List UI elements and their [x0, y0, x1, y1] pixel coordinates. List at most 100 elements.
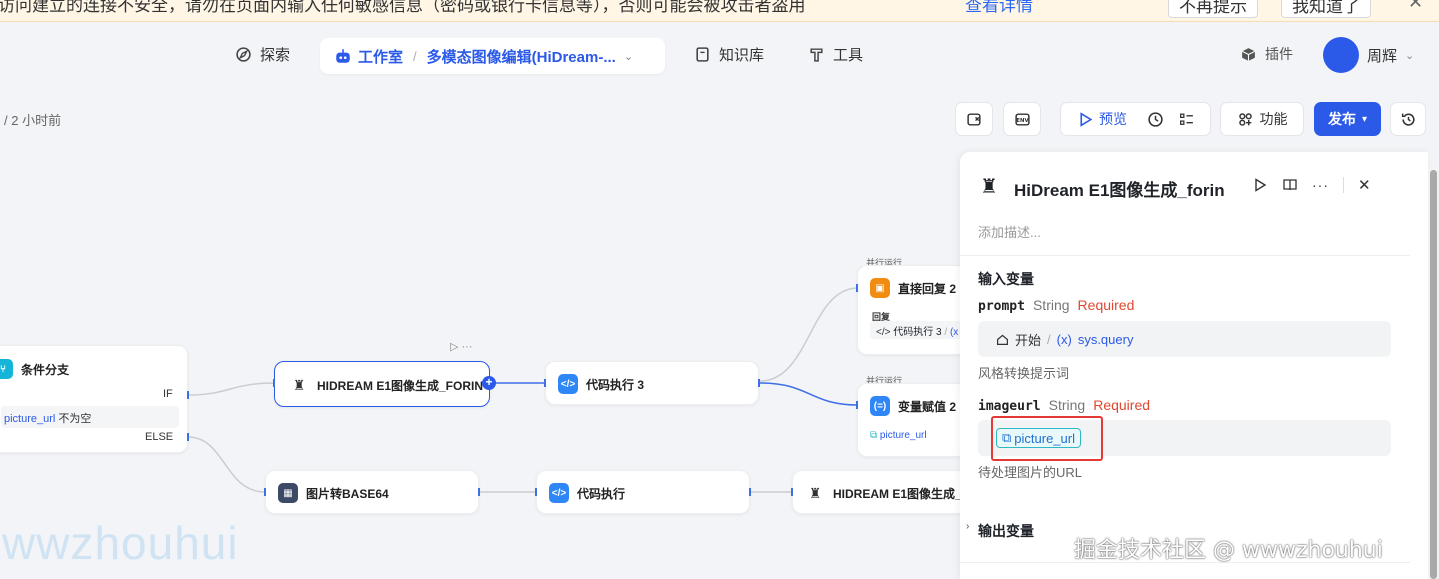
output-port[interactable] [758, 379, 760, 387]
no-remind-button[interactable]: 不再提示 [1168, 0, 1258, 18]
reply-ref-var: (x [949, 327, 959, 338]
description-input[interactable]: 添加描述... [978, 222, 1041, 241]
if-label: IF [163, 388, 173, 400]
hidream-node-2[interactable]: ♜ HIDREAM E1图像生成_F [792, 470, 967, 514]
home-icon [997, 334, 1008, 345]
var-imageurl-header: imageurl String Required [978, 397, 1150, 414]
warning-text: 访问建立的连接不安全，请勿在页面内输入任何敏感信息（密码或银行卡信息等），否则可… [0, 0, 806, 15]
assign-ref: ⧉ picture_url [870, 430, 927, 441]
input-port[interactable] [791, 488, 793, 496]
nav-knowledge[interactable]: 知识库 [694, 44, 764, 65]
nav-studio-label: 工作室 [358, 48, 404, 66]
compass-icon [236, 47, 251, 62]
publish-label: 发布 [1327, 111, 1356, 127]
input-port[interactable] [273, 379, 275, 387]
nav-studio[interactable]: 工作室 [334, 46, 403, 67]
var-imageurl-hint: 待处理图片的URL [978, 465, 1083, 480]
else-label: ELSE [145, 431, 174, 443]
output-port[interactable] [187, 391, 189, 399]
checklist-icon[interactable] [1178, 111, 1195, 128]
nav-tools-label: 工具 [833, 47, 864, 64]
condition-branch-node[interactable]: ⑂ 条件分支 IF picture_url 不为空 ELSE [0, 345, 188, 453]
node-title: 代码执行 [577, 486, 626, 501]
security-warning-bar: 访问建立的连接不安全，请勿在页面内输入任何敏感信息（密码或银行卡信息等），否则可… [0, 0, 1439, 22]
node-title: 条件分支 [21, 362, 70, 377]
divider [960, 255, 1410, 256]
got-it-button[interactable]: 我知道了 [1281, 0, 1371, 18]
variable-assign-node[interactable]: (=) 变量赋值 2 ⧉ picture_url [857, 383, 967, 457]
code-icon: </> [549, 483, 569, 503]
output-variables-heading[interactable]: 输出变量 [978, 521, 1034, 541]
user-menu[interactable]: 周辉 ⌄ [1323, 37, 1414, 73]
history-run-icon[interactable] [1147, 111, 1164, 128]
output-port[interactable] [187, 433, 189, 441]
close-icon[interactable]: ✕ [1358, 176, 1371, 194]
output-port[interactable] [749, 488, 751, 496]
code-exec-3-node[interactable]: </> 代码执行 3 [545, 361, 759, 405]
play-icon[interactable] [1252, 177, 1268, 193]
nav-plugins-label: 插件 [1265, 46, 1293, 62]
book-open-icon[interactable] [1282, 177, 1298, 193]
condition-expression: picture_url 不为空 [1, 406, 179, 428]
input-port[interactable] [856, 401, 858, 409]
hidream-node[interactable]: ♜ HIDREAM E1图像生成_FORIN [274, 361, 490, 407]
var-prompt-hint: 风格转换提示词 [978, 366, 1070, 381]
nav-plugins[interactable]: 插件 [1240, 44, 1293, 64]
panel-title[interactable]: HiDream E1图像生成_forin [1014, 176, 1231, 201]
chevron-down-icon: ⌄ [1405, 49, 1415, 62]
var-ref: sys.query [1077, 331, 1134, 347]
more-icon[interactable]: ··· [1312, 177, 1329, 193]
nav-explore-label: 探索 [260, 47, 291, 64]
direct-reply-node[interactable]: ▣ 直接回复 2 回复 </> 代码执行 3 / (x [857, 265, 967, 355]
scrollbar-thumb[interactable] [1430, 170, 1437, 579]
var-required: Required [1077, 297, 1135, 313]
input-port[interactable] [856, 284, 858, 292]
input-port[interactable] [544, 379, 546, 387]
project-title[interactable]: 多模态图像编辑(HiDream-... [427, 46, 616, 67]
grid-icon [1238, 112, 1252, 126]
reply-ref: </> 代码执行 3 / (x [870, 321, 966, 339]
history-icon [1401, 112, 1415, 126]
preview-button[interactable]: 预览 [1077, 109, 1127, 129]
input-port[interactable] [535, 488, 537, 496]
code-exec-node[interactable]: </> 代码执行 [536, 470, 750, 514]
features-button[interactable]: 功能 [1220, 102, 1304, 136]
input-port[interactable] [264, 488, 266, 496]
breadcrumb-separator: / [413, 48, 417, 64]
close-icon[interactable]: ✕ [1408, 0, 1423, 13]
version-history-button[interactable] [1390, 102, 1426, 136]
add-node-button[interactable]: + [482, 376, 496, 390]
features-label: 功能 [1259, 111, 1288, 127]
avatar[interactable] [1323, 37, 1359, 73]
var-source-node: 开始 [1015, 332, 1042, 348]
highlight-box [991, 416, 1103, 461]
nav-tools[interactable]: 工具 [808, 44, 863, 65]
watermark-left: wwzhouhui [2, 517, 239, 569]
var-icon: (x) [1056, 331, 1072, 347]
studio-breadcrumb[interactable]: 工作室 / 多模态图像编辑(HiDream-... ⌄ [320, 38, 665, 74]
publish-button[interactable]: 发布 ▾ [1314, 102, 1381, 136]
image-icon: ▦ [278, 483, 298, 503]
output-port[interactable] [478, 488, 480, 496]
var-prompt-value[interactable]: 开始 / (x) sys.query [978, 321, 1391, 357]
chevron-down-icon[interactable]: ⌄ [624, 50, 633, 63]
separator: / [1047, 331, 1051, 347]
var-name: prompt [978, 299, 1025, 314]
chevron-right-icon[interactable]: › [966, 521, 969, 532]
tool-icon [810, 48, 823, 62]
preview-label: 预览 [1099, 111, 1127, 127]
var-required: Required [1093, 397, 1151, 413]
image-to-base64-node[interactable]: ▦ 图片转BASE64 [265, 470, 479, 514]
hidream-icon: ♜ [805, 483, 825, 503]
var-type: String [1048, 397, 1086, 413]
condition-op: 不为空 [58, 413, 92, 425]
warning-details-link[interactable]: 查看详情 [965, 0, 1033, 16]
node-mini-toolbar[interactable]: ▷ ··· [450, 340, 473, 353]
input-variables-heading: 输入变量 [978, 271, 1034, 287]
variable-button[interactable] [955, 102, 993, 136]
node-title: 直接回复 2 [898, 281, 957, 296]
nav-explore[interactable]: 探索 [235, 44, 290, 65]
env-button[interactable]: ENV [1003, 102, 1041, 136]
reply-icon: ▣ [870, 278, 890, 298]
book-icon [696, 47, 709, 62]
